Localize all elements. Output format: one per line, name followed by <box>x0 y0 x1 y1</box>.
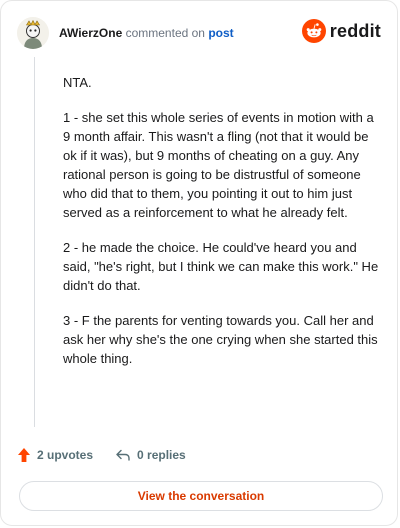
post-link[interactable]: post <box>208 26 233 40</box>
comment-meta: AWierzOne commented on post <box>59 26 234 40</box>
comment-paragraph: NTA. <box>63 75 92 90</box>
upvote-count: 2 upvotes <box>37 448 94 462</box>
upvote-arrow-icon <box>18 448 30 462</box>
username-link[interactable]: AWierzOne <box>59 26 122 40</box>
reddit-snoo-icon <box>301 19 326 43</box>
commented-on-text: commented on <box>125 26 205 40</box>
comment-body: NTA. 1 - she set this whole series of ev… <box>63 73 383 384</box>
comment-paragraph: 3 - F the parents for venting towards yo… <box>63 313 378 366</box>
comment-actions: 2 upvotes 0 replies <box>17 445 186 465</box>
reply-arrow-icon <box>116 449 130 461</box>
reply-count: 0 replies <box>137 448 186 462</box>
user-avatar[interactable] <box>17 17 49 49</box>
upvote-button[interactable]: 2 upvotes <box>17 447 93 463</box>
comment-paragraph: 1 - she set this whole series of events … <box>63 110 374 220</box>
comment-header: AWierzOne commented on post reddit <box>17 15 381 51</box>
comment-paragraph: 2 - he made the choice. He could've hear… <box>63 240 379 293</box>
reddit-logo[interactable]: reddit <box>301 19 381 43</box>
reddit-wordmark: reddit <box>329 20 381 41</box>
comment-embed-card: AWierzOne commented on post reddit NTA. … <box>0 0 398 526</box>
thread-line <box>34 57 35 427</box>
replies-button[interactable]: 0 replies <box>115 448 186 462</box>
view-conversation-button[interactable]: View the conversation <box>19 481 383 511</box>
